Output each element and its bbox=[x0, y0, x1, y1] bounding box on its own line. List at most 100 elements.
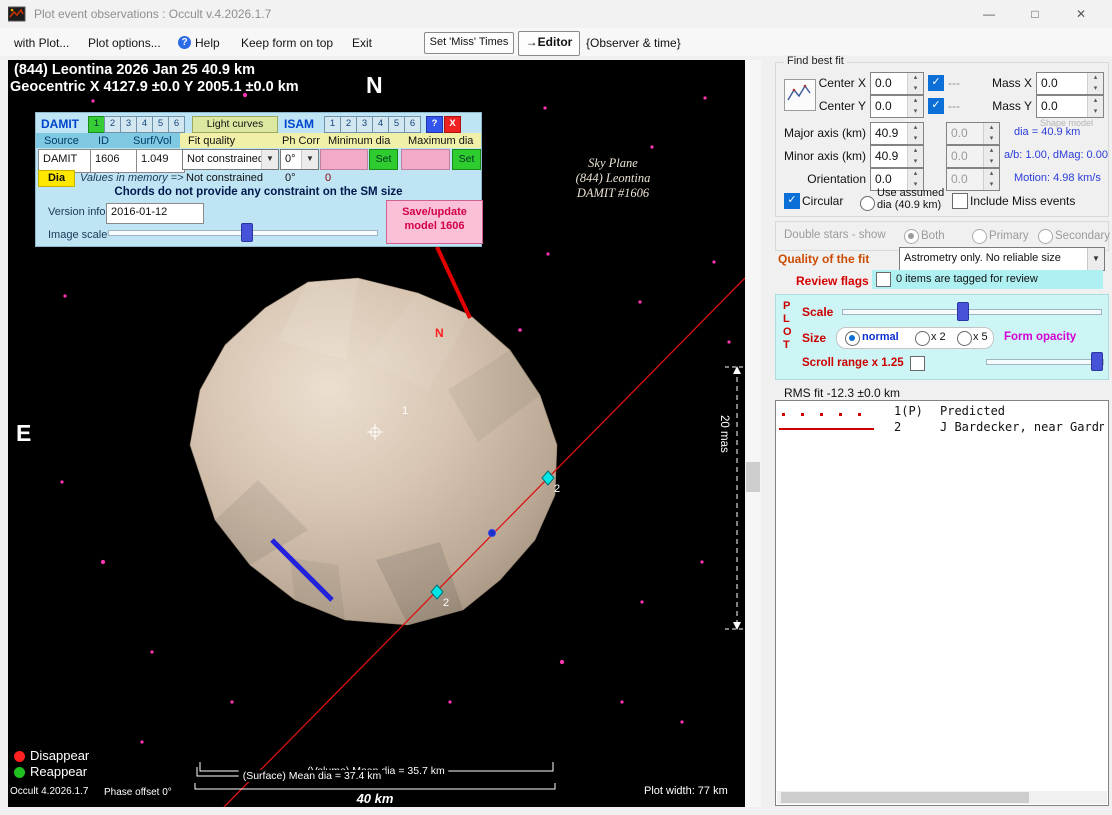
reappear-label: Reappear bbox=[30, 764, 87, 779]
max-dia-set-button[interactable]: Set bbox=[452, 149, 481, 170]
review-flags-box: 0 items are tagged for review bbox=[872, 270, 1103, 289]
minimize-button[interactable]: — bbox=[966, 0, 1012, 28]
vertical-scrollbar-thumb[interactable] bbox=[746, 462, 760, 492]
center-y-spinner[interactable]: 0.0▴▾ bbox=[870, 95, 924, 118]
menu-exit[interactable]: Exit bbox=[352, 36, 372, 50]
save-model-button[interactable]: Save/update model 1606 bbox=[386, 200, 483, 244]
plot-width-label: Plot width: 77 km bbox=[644, 785, 728, 797]
scale-slider[interactable] bbox=[842, 302, 1102, 320]
graph-icon bbox=[785, 80, 813, 108]
surface-mean-dia-label: (Surface) Mean dia = 37.4 km bbox=[239, 770, 386, 782]
scale-label: Scale bbox=[802, 305, 833, 319]
memory-label: Values in memory => bbox=[80, 172, 184, 184]
include-miss-checkbox[interactable] bbox=[952, 193, 968, 209]
center-y-checkbox[interactable]: ✓ bbox=[928, 98, 944, 114]
mass-x-spinner[interactable]: 0.0▴▾ bbox=[1036, 72, 1104, 95]
phase-offset-label: Phase offset 0° bbox=[104, 787, 172, 798]
menu-with-plot[interactable]: with Plot... bbox=[14, 36, 69, 50]
maximize-button[interactable]: □ bbox=[1012, 0, 1058, 28]
damit-model-1-button[interactable]: 1 bbox=[88, 116, 105, 133]
double-both-radio[interactable] bbox=[904, 229, 919, 244]
event-point-blue[interactable] bbox=[488, 529, 495, 536]
image-scale-slider[interactable] bbox=[108, 223, 378, 241]
occult-version-label: Occult 4.2026.1.7 bbox=[10, 786, 88, 797]
quality-of-fit-label: Quality of the fit bbox=[778, 252, 869, 266]
disappear-dot bbox=[14, 751, 25, 762]
major-axis-spinner[interactable]: 40.9▴▾ bbox=[870, 122, 924, 145]
isam-model-4-button[interactable]: 4 bbox=[372, 116, 389, 133]
damit-help-button[interactable]: ? bbox=[426, 116, 443, 133]
circular-checkbox[interactable]: ✓ bbox=[784, 193, 800, 209]
plot-letter-o: O bbox=[783, 326, 792, 338]
list-horizontal-scrollbar[interactable] bbox=[777, 791, 1107, 804]
scrollbar-thumb[interactable] bbox=[781, 792, 1029, 803]
isam-model-1-button[interactable]: 1 bbox=[324, 116, 341, 133]
isam-model-2-button[interactable]: 2 bbox=[340, 116, 357, 133]
ph-corr-dropdown[interactable]: 0°▼ bbox=[280, 149, 319, 170]
plot-header-line2: Geocentric X 4127.9 ±0.0 Y 2005.1 ±0.0 k… bbox=[10, 79, 299, 95]
dia-readout: dia = 40.9 km bbox=[1014, 126, 1080, 138]
editor-button[interactable]: →Editor bbox=[518, 31, 580, 56]
observation-number: 1(P) bbox=[894, 404, 940, 418]
minor-axis-label: Minor axis (km) bbox=[778, 149, 866, 163]
size-x5-radio[interactable] bbox=[957, 331, 972, 346]
north-direction-label: N bbox=[366, 72, 383, 99]
damit-model-6-button[interactable]: 6 bbox=[168, 116, 185, 133]
close-button[interactable]: ✕ bbox=[1058, 0, 1104, 28]
damit-close-button[interactable]: X bbox=[444, 116, 461, 133]
observation-text: 2J Bardecker, near Gardn bbox=[894, 420, 1104, 434]
damit-model-5-button[interactable]: 5 bbox=[152, 116, 169, 133]
orientation-label: Orientation bbox=[778, 172, 866, 186]
review-flags-checkbox[interactable] bbox=[876, 272, 891, 287]
set-miss-times-button[interactable]: Set 'Miss' Times bbox=[424, 32, 514, 54]
max-dia-field[interactable] bbox=[401, 149, 450, 170]
menu-help[interactable]: Help bbox=[195, 36, 220, 50]
size-x2-radio[interactable] bbox=[915, 331, 930, 346]
damit-model-2-button[interactable]: 2 bbox=[104, 116, 121, 133]
double-both-label: Both bbox=[921, 230, 945, 242]
size-normal-radio[interactable] bbox=[845, 331, 860, 346]
light-curves-button[interactable]: Light curves bbox=[192, 116, 278, 133]
scroll-range-checkbox[interactable] bbox=[910, 356, 925, 371]
mas-scale-line bbox=[725, 366, 745, 630]
size-normal-label: normal bbox=[862, 331, 899, 343]
plot-vertical-scrollbar[interactable] bbox=[745, 60, 761, 807]
damit-label: DAMIT bbox=[41, 117, 79, 131]
use-assumed-dia-radio[interactable] bbox=[860, 196, 875, 211]
fit-quality-dropdown[interactable]: Not constrained▼ bbox=[182, 149, 279, 170]
menu-keep-on-top[interactable]: Keep form on top bbox=[241, 36, 333, 50]
best-fit-graph-button[interactable] bbox=[784, 79, 816, 111]
form-opacity-label: Form opacity bbox=[1004, 331, 1076, 343]
max-dia-header: Maximum dia bbox=[408, 135, 473, 147]
memory-min-dia: 0 bbox=[325, 172, 331, 184]
center-x-checkbox[interactable]: ✓ bbox=[928, 75, 944, 91]
damit-model-4-button[interactable]: 4 bbox=[136, 116, 153, 133]
size-x5-label: x 5 bbox=[973, 331, 988, 343]
damit-model-3-button[interactable]: 3 bbox=[120, 116, 137, 133]
version-info-label: Version info bbox=[48, 206, 105, 218]
list-item-predicted[interactable]: 1(P)Predicted bbox=[776, 403, 1106, 419]
minor-axis-alt-spinner: 0.0▴▾ bbox=[946, 145, 1000, 168]
min-dia-set-button[interactable]: Set bbox=[369, 149, 398, 170]
observation-text: 1(P)Predicted bbox=[894, 404, 1005, 418]
minor-axis-spinner[interactable]: 40.9▴▾ bbox=[870, 145, 924, 168]
double-secondary-radio[interactable] bbox=[1038, 229, 1053, 244]
observer-time-label: {Observer & time} bbox=[586, 36, 681, 50]
center-x-spinner[interactable]: 0.0▴▾ bbox=[870, 72, 924, 95]
list-item-bardecker[interactable]: 2J Bardecker, near Gardn bbox=[776, 419, 1106, 435]
form-opacity-slider[interactable] bbox=[986, 352, 1104, 370]
surfvol-field: 1.049 bbox=[136, 149, 185, 173]
double-primary-radio[interactable] bbox=[972, 229, 987, 244]
isam-model-5-button[interactable]: 5 bbox=[388, 116, 405, 133]
isam-model-6-button[interactable]: 6 bbox=[404, 116, 421, 133]
major-axis-alt-spinner: 0.0▴▾ bbox=[946, 122, 1000, 145]
isam-model-3-button[interactable]: 3 bbox=[356, 116, 373, 133]
observations-list[interactable]: 1(P)Predicted 2J Bardecker, near Gardn bbox=[775, 400, 1109, 806]
menu-plot-options[interactable]: Plot options... bbox=[88, 36, 161, 50]
id-header: ID bbox=[98, 135, 109, 147]
dia-button[interactable]: Dia bbox=[38, 170, 75, 187]
mass-y-spinner[interactable]: 0.0▴▾ bbox=[1036, 95, 1104, 118]
include-miss-label: Include Miss events bbox=[970, 194, 1075, 208]
quality-of-fit-dropdown[interactable]: Astrometry only. No reliable size▼ bbox=[899, 247, 1105, 271]
min-dia-field[interactable] bbox=[320, 149, 368, 170]
